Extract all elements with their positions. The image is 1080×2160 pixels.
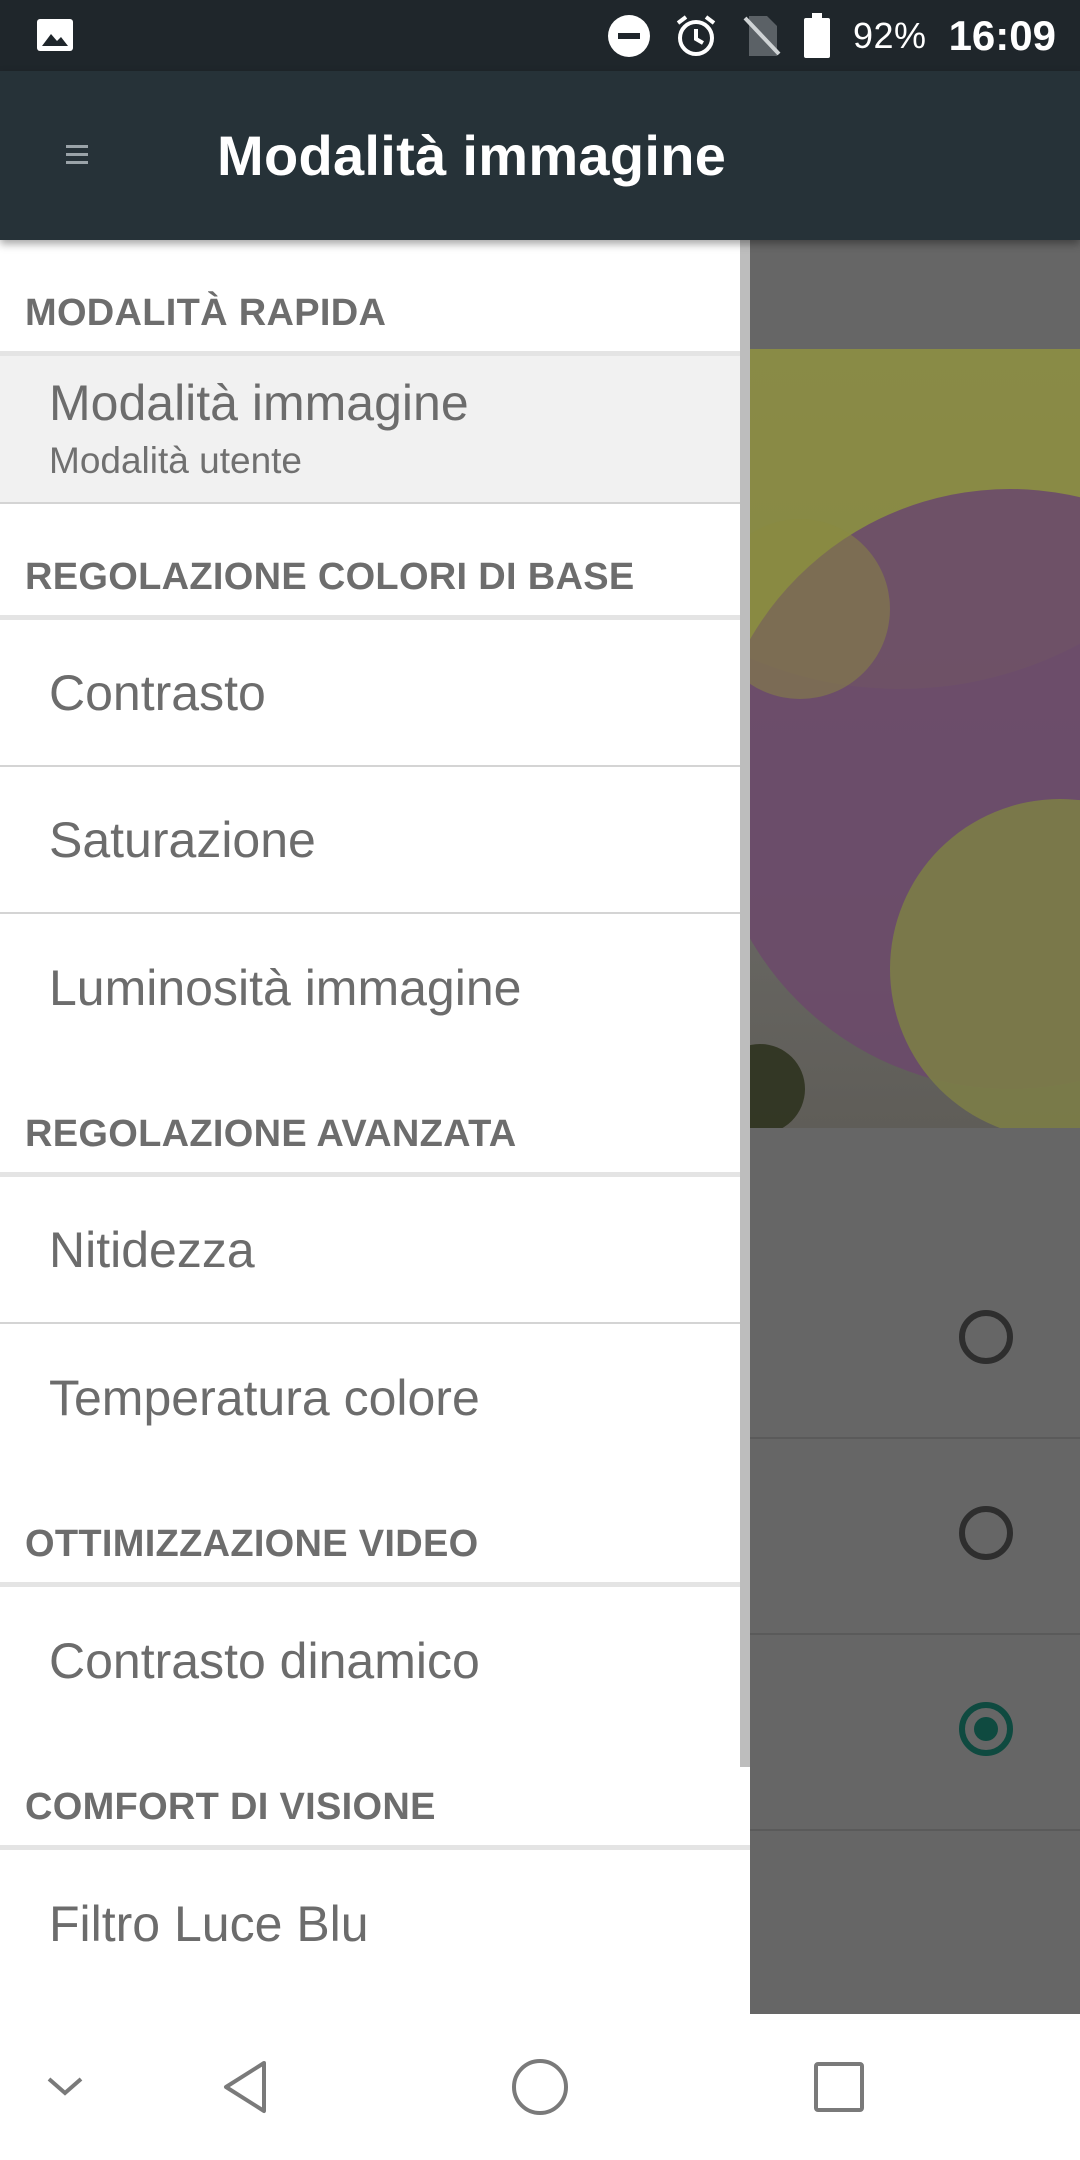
menu-item-label: Contrasto dinamico: [49, 1632, 480, 1689]
home-icon: [512, 2059, 568, 2115]
radio-button-3-selected[interactable]: [959, 1702, 1013, 1756]
menu-item-saturation[interactable]: Saturazione: [0, 767, 750, 914]
navigation-drawer: MODALITÀ RAPIDA Modalità immagine Modali…: [0, 240, 750, 2014]
home-button[interactable]: [504, 2014, 576, 2160]
recents-button[interactable]: [803, 2014, 875, 2160]
battery-percent: 92%: [853, 14, 927, 56]
menu-item-label: Saturazione: [49, 811, 316, 868]
menu-item-brightness[interactable]: Luminosità immagine: [0, 914, 750, 1061]
app-bar: Modalità immagine: [0, 71, 1080, 240]
recents-icon: [814, 2062, 864, 2112]
back-button[interactable]: [210, 2014, 280, 2160]
radio-button-2[interactable]: [959, 1506, 1013, 1560]
alarm-icon: [676, 14, 716, 56]
section-header-video: OTTIMIZZAZIONE VIDEO: [0, 1471, 750, 1587]
image-icon: [37, 19, 73, 51]
menu-item-sublabel: Modalità utente: [49, 440, 303, 481]
section-header-basic-color: REGOLAZIONE COLORI DI BASE: [0, 504, 750, 620]
menu-item-label: Filtro Luce Blu: [49, 1895, 369, 1952]
hide-nav-button[interactable]: [30, 2014, 100, 2160]
menu-item-label: Modalità immagine: [49, 375, 469, 431]
menu-item-sharpness[interactable]: Nitidezza: [0, 1177, 750, 1324]
clock: 16:09: [948, 11, 1056, 59]
hamburger-icon: [66, 145, 88, 164]
status-bar: 92% 16:09: [0, 0, 1080, 71]
menu-item-label: Luminosità immagine: [49, 959, 522, 1016]
menu-item-contrast[interactable]: Contrasto: [0, 620, 750, 767]
section-header-quick-mode: MODALITÀ RAPIDA: [0, 240, 750, 356]
menu-button[interactable]: [52, 127, 108, 183]
menu-item-label: Temperatura colore: [49, 1369, 480, 1426]
back-icon: [224, 2061, 266, 2113]
radio-button-1[interactable]: [959, 1310, 1013, 1364]
section-header-comfort: COMFORT DI VISIONE: [0, 1734, 750, 1850]
system-navigation-bar: [0, 2014, 1080, 2160]
menu-item-label: Contrasto: [49, 664, 266, 721]
drawer-scrollbar[interactable]: [740, 240, 750, 1767]
do-not-disturb-icon: [608, 14, 651, 57]
page-title: Modalità immagine: [217, 124, 727, 187]
section-header-advanced: REGOLAZIONE AVANZATA: [0, 1061, 750, 1177]
battery-icon: [804, 12, 831, 58]
no-sim-icon: [743, 15, 781, 56]
menu-item-label: Nitidezza: [49, 1221, 255, 1278]
menu-item-blue-light-filter[interactable]: Filtro Luce Blu: [0, 1850, 750, 1997]
menu-item-color-temperature[interactable]: Temperatura colore: [0, 1324, 750, 1471]
chevron-down-icon: [47, 2077, 83, 2096]
menu-item-dynamic-contrast[interactable]: Contrasto dinamico: [0, 1587, 750, 1734]
menu-item-picture-mode[interactable]: Modalità immagine Modalità utente: [0, 356, 750, 504]
